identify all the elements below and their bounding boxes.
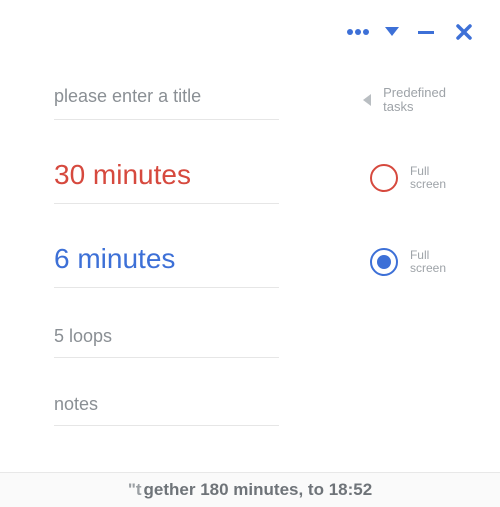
summary-footer: "t gether 180 minutes, to 18:52 <box>0 472 500 507</box>
predefined-tasks-button[interactable]: Predefined tasks <box>363 86 446 115</box>
chevron-left-icon <box>363 94 371 106</box>
title-bar <box>0 0 500 50</box>
underline <box>54 203 279 204</box>
break-fullscreen-label: Full screen <box>410 249 446 275</box>
work-fullscreen-toggle[interactable]: Full screen <box>370 164 446 192</box>
work-duration-value: 30 minutes <box>54 160 279 199</box>
caret-down-icon <box>385 27 399 37</box>
work-duration-field[interactable]: 30 minutes <box>54 160 279 204</box>
radio-unchecked-icon <box>370 164 398 192</box>
close-icon <box>456 24 472 40</box>
title-row: Predefined tasks <box>54 86 446 120</box>
break-duration-row: 6 minutes Full screen <box>54 244 446 288</box>
underline <box>54 119 279 120</box>
underline <box>54 425 279 426</box>
loops-field[interactable]: 5 loops <box>54 326 279 358</box>
notes-row <box>54 394 446 426</box>
work-duration-row: 30 minutes Full screen <box>54 160 446 204</box>
work-fullscreen-label: Full screen <box>410 165 446 191</box>
radio-checked-icon <box>370 248 398 276</box>
break-fullscreen-toggle[interactable]: Full screen <box>370 248 446 276</box>
minimize-button[interactable] <box>414 20 438 44</box>
notes-field <box>54 394 279 426</box>
underline <box>54 287 279 288</box>
dropdown-button[interactable] <box>380 20 404 44</box>
summary-cut-prefix: "t <box>128 480 142 500</box>
loops-value: 5 loops <box>54 326 279 353</box>
summary-text: gether 180 minutes, to 18:52 <box>144 480 373 500</box>
more-horizontal-icon <box>346 28 370 36</box>
break-duration-field[interactable]: 6 minutes <box>54 244 279 288</box>
close-button[interactable] <box>452 20 476 44</box>
loops-row: 5 loops <box>54 326 446 358</box>
notes-input[interactable] <box>54 394 279 421</box>
underline <box>54 357 279 358</box>
title-field <box>54 86 279 120</box>
minimize-icon <box>417 23 435 41</box>
predefined-tasks-label: Predefined tasks <box>383 86 446 115</box>
break-duration-value: 6 minutes <box>54 244 279 283</box>
more-button[interactable] <box>346 20 370 44</box>
app-window: Predefined tasks 30 minutes Full screen … <box>0 0 500 507</box>
title-input[interactable] <box>54 86 279 113</box>
